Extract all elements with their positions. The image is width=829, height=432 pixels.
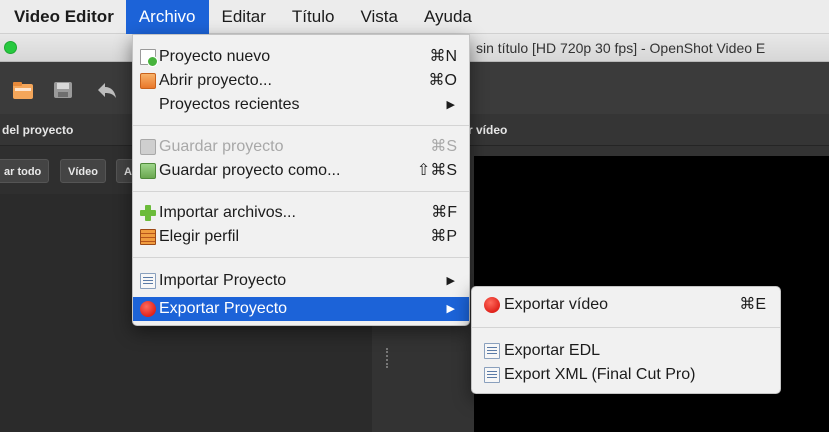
open-project-toolbar-button[interactable] [12,80,34,100]
submenu-arrow-icon: ▶ [446,99,455,111]
menu-item-import-files[interactable]: Importar archivos... ⌘F [133,201,469,225]
window-title: sin título [HD 720p 30 fps] - OpenShot V… [476,40,766,56]
folder-icon [13,82,33,99]
profile-film-icon [140,229,156,245]
menu-item-label: Proyectos recientes [159,96,300,113]
menu-item-new-project[interactable]: Proyecto nuevo ⌘N [133,45,469,69]
menubar-titulo[interactable]: Título [279,0,348,34]
export-video-red-icon [484,297,500,313]
menu-item-label: Importar Proyecto [159,272,287,289]
menu-item-label: Exportar EDL [504,342,601,359]
xml-list-icon [484,367,500,383]
open-folder-icon [140,73,156,89]
menu-item-open-project[interactable]: Abrir proyecto... ⌘O [133,69,469,93]
filter-show-all-button[interactable]: ar todo [0,159,50,183]
menu-item-choose-profile[interactable]: Elegir perfil ⌘P [133,225,469,249]
menubar-editar[interactable]: Editar [209,0,279,34]
menu-separator [133,125,469,126]
menu-item-save-project: Guardar proyecto ⌘S [133,135,469,159]
menubar-app-video-editor[interactable]: Video Editor [0,0,126,34]
menu-item-shortcut: ⌘E [739,296,766,313]
menu-item-shortcut: ⌘O [428,72,457,89]
menu-item-label: Export XML (Final Cut Pro) [504,366,696,383]
save-icon [140,139,156,155]
import-plus-icon [140,205,156,221]
menu-separator [133,257,469,258]
undo-toolbar-button[interactable] [96,80,118,100]
menu-item-label: Exportar vídeo [504,296,609,313]
menu-item-label: Guardar proyecto [159,138,284,155]
save-icon [54,82,72,98]
menu-item-shortcut: ⇧⌘S [416,162,457,179]
splitter-grip-icon[interactable] [386,348,388,368]
menu-item-recent-projects[interactable]: Proyectos recientes ▶ [133,93,469,117]
export-project-submenu: Exportar vídeo ⌘E Exportar EDL Export XM… [471,286,781,394]
submenu-arrow-icon: ▶ [446,275,455,287]
menu-item-label: Exportar Proyecto [159,300,288,317]
menu-item-label: Abrir proyecto... [159,72,272,89]
menu-item-export-project[interactable]: Exportar Proyecto ▶ [133,297,469,321]
archivo-menu: Proyecto nuevo ⌘N Abrir proyecto... ⌘O P… [132,34,470,326]
zoom-window-button[interactable] [4,41,17,54]
menu-item-shortcut: ⌘S [430,138,457,155]
menu-item-label: Importar archivos... [159,204,296,221]
filter-video-button[interactable]: Vídeo [60,159,106,183]
menu-separator [133,191,469,192]
menu-item-label: Guardar proyecto como... [159,162,341,179]
menu-item-export-video[interactable]: Exportar vídeo ⌘E [472,293,780,317]
save-project-toolbar-button[interactable] [52,80,74,100]
menu-item-export-edl[interactable]: Exportar EDL [472,339,780,363]
menu-item-shortcut: ⌘F [431,204,457,221]
new-project-icon [140,49,158,67]
save-as-icon [140,163,156,179]
menubar-vista[interactable]: Vista [347,0,411,34]
menu-item-shortcut: ⌘N [429,48,457,65]
menu-separator [472,327,780,328]
submenu-arrow-icon: ▶ [446,303,455,315]
menu-item-shortcut: ⌘P [430,228,457,245]
menu-item-import-project[interactable]: Importar Proyecto ▶ [133,269,469,293]
export-red-icon [140,301,156,317]
undo-arrow-icon [98,83,116,98]
menu-item-export-xml[interactable]: Export XML (Final Cut Pro) [472,363,780,387]
edl-list-icon [484,343,500,359]
import-project-icon [140,273,156,289]
menubar: Video Editor Archivo Editar Título Vista… [0,0,829,34]
menu-item-label: Proyecto nuevo [159,48,271,65]
menu-item-label: Elegir perfil [159,228,240,245]
menubar-ayuda[interactable]: Ayuda [411,0,485,34]
menu-item-save-project-as[interactable]: Guardar proyecto como... ⇧⌘S [133,159,469,183]
menubar-archivo[interactable]: Archivo [125,0,209,34]
